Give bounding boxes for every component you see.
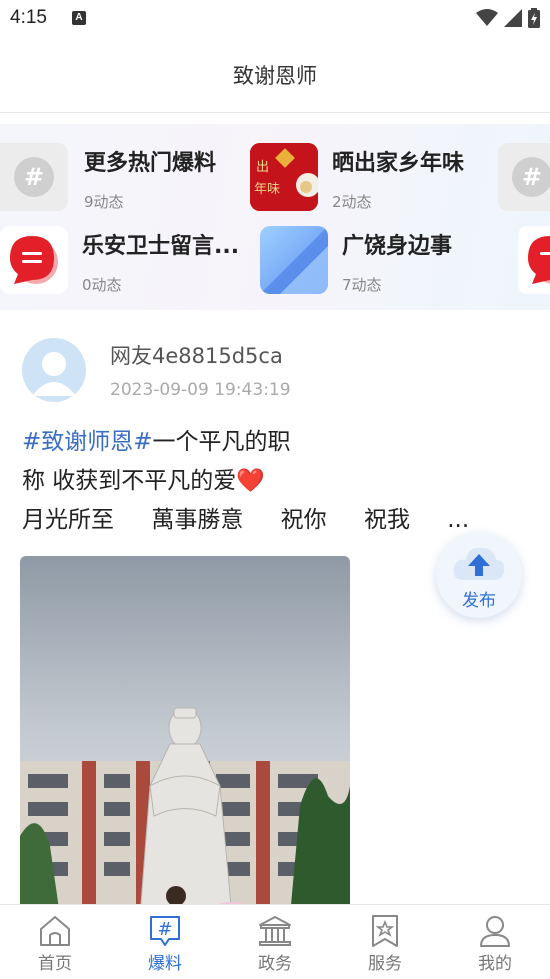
post-photo[interactable] (20, 556, 350, 916)
nav-item-baoliao[interactable]: # 爆料 (110, 905, 220, 979)
battery-icon (528, 8, 540, 28)
new-year-image: 出 年味 (250, 143, 318, 211)
post-text-segment: 祝我 (363, 507, 410, 533)
bottom-nav: 首页 # 爆料 政务 服务 我的 (0, 904, 550, 979)
blue-tile-image (260, 226, 328, 294)
post-text-line2: 称 收获到不平凡的爱 (22, 468, 237, 494)
heart-icon: ❤️ (236, 468, 265, 494)
home-icon (40, 916, 70, 946)
nav-item-government[interactable]: 政务 (220, 905, 330, 979)
svg-text:#: # (157, 919, 172, 940)
nav-label: 爆料 (148, 954, 182, 974)
nav-label: 首页 (38, 954, 72, 974)
topics-carousel[interactable]: # 更多热门爆料 9动态 出 年味 晒出家乡年味 2动态 # 乐安卫士留言...… (0, 124, 550, 310)
post-username[interactable]: 网友4e8815d5ca (110, 340, 283, 370)
thumb-text: 年味 (254, 182, 280, 197)
nav-item-home[interactable]: 首页 (0, 905, 110, 979)
topic-card[interactable]: 乐安卫士留言... 0动态 (0, 226, 239, 295)
post-timestamp: 2023-09-09 19:43:19 (110, 380, 291, 400)
topic-title: 广饶身边事 (342, 234, 453, 259)
topic-card[interactable]: 出 年味 晒出家乡年味 2动态 (250, 143, 464, 212)
a-icon: A (72, 11, 86, 25)
topic-card-partial[interactable]: # (498, 143, 550, 211)
post-text-segment: 萬事勝意 (151, 507, 244, 533)
publish-button[interactable]: 发布 (436, 532, 522, 618)
topic-title: 晒出家乡年味 (332, 151, 465, 176)
thumb-text: 出 (256, 160, 269, 175)
page-header: 致谢恩师 (0, 38, 550, 113)
avatar[interactable] (22, 338, 86, 402)
publish-label: 发布 (462, 591, 496, 611)
nav-label: 我的 (478, 954, 512, 974)
red-chat-icon (518, 226, 550, 294)
hash-bubble-icon: # (498, 143, 550, 211)
post-content[interactable]: #致谢师恩#一个平凡的职 称 收获到不平凡的爱❤️ 月光所至 萬事勝意 祝你 祝… (22, 423, 502, 540)
nav-label: 政务 (258, 954, 292, 974)
hash-bubble-icon: # (0, 143, 68, 211)
post-text-segment: 祝你 (280, 507, 327, 533)
topic-count: 0动态 (82, 276, 122, 294)
status-bar: 4:15 A (0, 0, 550, 38)
government-building-icon (259, 916, 291, 946)
user-icon (480, 916, 510, 947)
post-text-line1: 一个平凡的职 (152, 429, 291, 455)
status-icons (476, 8, 540, 28)
nav-label: 服务 (368, 954, 402, 974)
signal-icon (504, 9, 522, 27)
post-text-segment: 月光所至 (22, 507, 114, 533)
topic-count: 2动态 (332, 193, 372, 211)
hashtag-chat-icon: # (150, 916, 180, 946)
topic-card-partial[interactable] (518, 226, 550, 294)
topic-title: 乐安卫士留言... (82, 234, 240, 259)
wifi-icon (476, 9, 498, 26)
topic-card[interactable]: 广饶身边事 7动态 (260, 226, 452, 295)
status-time: 4:15 (10, 7, 47, 28)
cloud-upload-icon (453, 547, 505, 580)
topic-card-partial[interactable]: # (0, 143, 68, 211)
nav-item-service[interactable]: 服务 (330, 905, 440, 979)
page-title: 致谢恩师 (233, 64, 317, 88)
star-bookmark-icon (372, 915, 398, 947)
topic-count: 7动态 (342, 276, 382, 294)
topic-card[interactable]: 更多热门爆料 9动态 (84, 143, 216, 212)
topic-title: 更多热门爆料 (84, 151, 217, 176)
topic-count: 9动态 (84, 193, 124, 211)
post-hashtag[interactable]: #致谢师恩# (22, 429, 153, 455)
nav-item-mine[interactable]: 我的 (440, 905, 550, 979)
red-chat-icon (0, 226, 68, 294)
